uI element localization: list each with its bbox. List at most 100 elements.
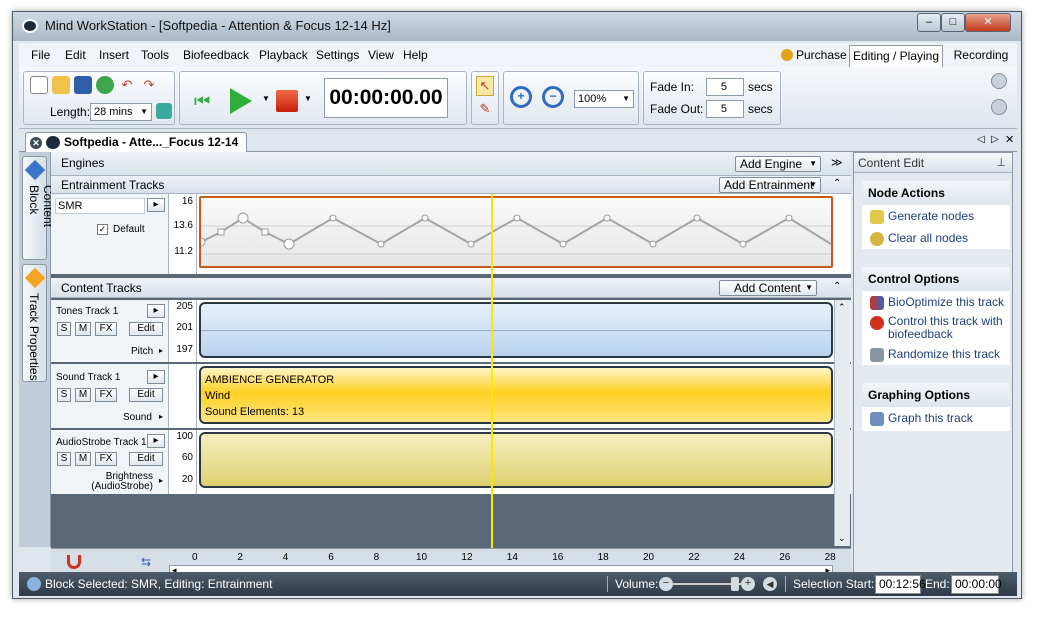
ambience-block[interactable]: AMBIENCE GENERATOR Wind Sound Elements: … (199, 366, 833, 424)
menu-playback[interactable]: Playback (259, 48, 308, 62)
tones-block[interactable] (199, 302, 833, 358)
menu-view[interactable]: View (368, 48, 394, 62)
tones-fx-button[interactable]: FX (95, 322, 117, 336)
redo-icon[interactable]: ↷ (140, 76, 158, 94)
audiostrobe-edit-button[interactable]: Edit (129, 452, 163, 466)
help-disc-icon[interactable] (991, 99, 1007, 115)
audiostrobe-menu-button[interactable]: ▸ (147, 434, 165, 448)
open-folder-icon[interactable] (52, 76, 70, 94)
pin-icon[interactable]: ⊥ (996, 153, 1006, 173)
add-content-button[interactable]: Add Content ▼ (719, 280, 817, 296)
new-file-icon[interactable] (30, 76, 48, 94)
play-icon[interactable] (230, 88, 252, 114)
zoom-select[interactable]: 100% ▼ (574, 90, 634, 108)
tones-menu-button[interactable]: ▸ (147, 304, 165, 318)
menu-settings[interactable]: Settings (316, 48, 359, 62)
tab-track-properties[interactable]: Track Properties (22, 264, 47, 382)
menu-tools[interactable]: Tools (141, 48, 169, 62)
playhead[interactable] (491, 194, 493, 566)
zoom-in-icon[interactable]: + (510, 86, 532, 108)
fade-out-input[interactable]: 5 (706, 100, 744, 118)
sound-fx-button[interactable]: FX (95, 388, 117, 402)
menu-edit[interactable]: Edit (65, 48, 86, 62)
play-dropdown-icon[interactable]: ▼ (262, 94, 270, 103)
smr-name-field[interactable]: SMR (55, 198, 145, 214)
save-icon[interactable] (74, 76, 92, 94)
fade-in-input[interactable]: 5 (706, 78, 744, 96)
settings-disc-icon[interactable] (991, 73, 1007, 89)
randomize-link[interactable]: Randomize this track (870, 347, 1000, 362)
export-icon[interactable] (96, 76, 114, 94)
purchase-link[interactable]: Purchase (796, 48, 847, 62)
scroll-up-icon[interactable]: ⌃ (838, 302, 846, 313)
sound-edit-button[interactable]: Edit (129, 388, 163, 402)
audiostrobe-scale-max: 100 (176, 431, 193, 442)
add-entrainment-button[interactable]: Add Entrainment ▼ (719, 177, 821, 193)
menu-insert[interactable]: Insert (99, 48, 129, 62)
smr-menu-button[interactable]: ▸ (147, 198, 165, 212)
undo-icon[interactable]: ↶ (118, 76, 136, 94)
audiostrobe-track-header: AudioStrobe Track 1 ▸ S M FX Edit Bright… (51, 430, 169, 494)
select-cursor-icon[interactable]: ↖ (476, 76, 494, 96)
volume-thumb[interactable] (731, 577, 739, 591)
speaker-icon[interactable]: ◀ (763, 577, 777, 591)
tones-mute-button[interactable]: M (75, 322, 91, 336)
graph-track-link[interactable]: Graph this track (870, 411, 973, 426)
ruler-tick-label: 12 (461, 552, 473, 563)
scroll-down-icon[interactable]: ⌄ (838, 533, 846, 544)
end-label: End: (925, 577, 950, 591)
menu-file[interactable]: File (31, 48, 50, 62)
clear-nodes-link[interactable]: Clear all nodes (870, 231, 968, 246)
stop-dropdown-icon[interactable]: ▼ (304, 94, 312, 103)
audiostrobe-solo-button[interactable]: S (57, 452, 71, 466)
magnet-icon[interactable] (67, 555, 81, 569)
close-button[interactable]: ✕ (965, 13, 1011, 32)
tones-edit-button[interactable]: Edit (129, 322, 163, 336)
menu-biofeedback[interactable]: Biofeedback (183, 48, 249, 62)
menu-help[interactable]: Help (403, 48, 428, 62)
sound-menu-button[interactable]: ▸ (147, 370, 165, 384)
add-engine-button[interactable]: Add Engine ▼ (735, 156, 821, 172)
generate-nodes-link[interactable]: Generate nodes (870, 209, 974, 224)
volume-down-icon[interactable]: − (659, 577, 673, 591)
audiostrobe-mute-button[interactable]: M (75, 452, 91, 466)
tab-content-block[interactable]: Content Block (22, 156, 55, 260)
record-stop-icon[interactable] (276, 90, 298, 112)
sound-mute-button[interactable]: M (75, 388, 91, 402)
ruler-tick-label: 16 (552, 552, 564, 563)
sound-solo-button[interactable]: S (57, 388, 71, 402)
minimize-button[interactable]: – (917, 13, 941, 32)
pencil-icon[interactable]: ✎ (476, 100, 494, 118)
rewind-icon[interactable]: ⏮ (194, 92, 212, 110)
tab-recording[interactable]: Recording (949, 45, 1013, 67)
length-select[interactable]: 28 mins ▼ (90, 103, 152, 121)
audiostrobe-fx-button[interactable]: FX (95, 452, 117, 466)
zoom-out-icon[interactable]: − (542, 86, 564, 108)
tab-scroll-left-icon[interactable]: ◁ (977, 134, 985, 145)
biofeedback-control-link[interactable]: Control this track with biofeedback (870, 315, 1006, 341)
end-input[interactable]: 00:00:00 (951, 575, 1002, 594)
default-checkbox[interactable]: ✓ (97, 224, 108, 235)
biofeedback-icon (870, 316, 884, 330)
audiostrobe-block[interactable] (199, 432, 833, 488)
expand-engines-icon[interactable]: ≫ (831, 156, 843, 169)
close-tab-icon[interactable]: ✕ (30, 137, 42, 149)
tracks-scrollbar[interactable]: ⌃ ⌄ (834, 300, 850, 546)
document-tab[interactable]: ✕ Softpedia - Atte..._Focus 12-14 Hz (25, 132, 247, 168)
selection-start-input[interactable]: 00:12:56 (875, 575, 926, 594)
entrainment-block[interactable] (199, 196, 833, 268)
param-arrow-icon[interactable]: ▸ (159, 476, 163, 485)
tab-scroll-right-icon[interactable]: ▷ (991, 134, 999, 145)
collapse-content-icon[interactable]: ⌃ (833, 281, 841, 292)
biooptimize-link[interactable]: BioOptimize this track (870, 295, 1004, 310)
collapse-entrainment-icon[interactable]: ⌃ (833, 178, 841, 189)
tab-editing-playing[interactable]: Editing / Playing (849, 45, 943, 67)
fit-width-icon[interactable]: ⇆ (141, 555, 151, 569)
loop-icon[interactable] (156, 103, 172, 119)
maximize-button[interactable]: □ (941, 13, 965, 32)
tones-solo-button[interactable]: S (57, 322, 71, 336)
param-arrow-icon[interactable]: ▸ (159, 346, 163, 355)
param-arrow-icon[interactable]: ▸ (159, 412, 163, 421)
volume-up-icon[interactable]: + (741, 577, 755, 591)
tab-close-all-icon[interactable]: ✕ (1005, 133, 1014, 146)
